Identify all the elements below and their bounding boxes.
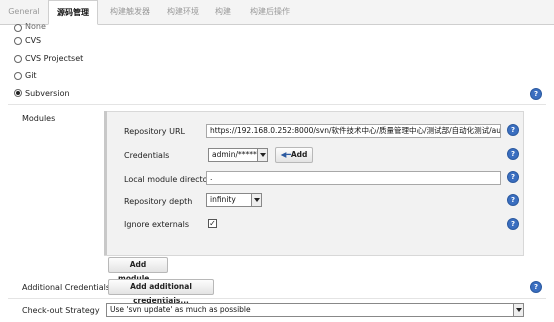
modules-label: Modules — [22, 114, 56, 123]
scm-label-subversion: Subversion — [25, 89, 70, 98]
section-divider-2 — [8, 298, 546, 299]
scm-radio-cvs[interactable] — [14, 37, 22, 45]
tab-general[interactable]: General — [2, 0, 46, 24]
ignore-externals-label: Ignore externals — [124, 220, 190, 229]
additional-credentials-help-icon[interactable]: ? — [530, 281, 542, 293]
chevron-down-icon — [257, 149, 267, 161]
repository-url-help-icon[interactable]: ? — [507, 124, 519, 136]
tab-build-environment[interactable]: 构建环境 — [162, 0, 204, 24]
checkout-strategy-value: Use 'svn update' as much as possible — [110, 305, 251, 314]
checkout-strategy-label: Check-out Strategy — [22, 306, 100, 315]
scm-label-cvs-projectset: CVS Projectset — [25, 54, 84, 63]
tab-post-build-actions[interactable]: 构建后操作 — [242, 0, 298, 24]
local-module-directory-help-icon[interactable]: ? — [507, 171, 519, 183]
repository-url-label: Repository URL — [124, 127, 185, 136]
add-module-button[interactable]: Add module... — [108, 257, 168, 283]
ignore-externals-help-icon[interactable]: ? — [507, 218, 519, 230]
credentials-select-value: admin/****** — [212, 150, 261, 159]
add-additional-credentials-button[interactable]: Add additional credentials... — [108, 279, 214, 305]
tab-build[interactable]: 构建 — [208, 0, 238, 24]
additional-credentials-label: Additional Credentials — [22, 283, 111, 292]
repository-url-input[interactable]: https://192.168.0.252:8000/svn/软件技术中心/质量… — [206, 124, 501, 138]
section-divider — [8, 104, 546, 105]
local-module-directory-input[interactable]: . — [206, 171, 501, 185]
scm-radio-none[interactable] — [14, 24, 22, 32]
credentials-help-icon[interactable]: ? — [507, 148, 519, 160]
scm-label-none: None — [25, 22, 46, 31]
key-icon: ◀━ — [280, 150, 291, 159]
scm-label-git: Git — [25, 71, 37, 80]
repository-depth-value: infinity — [210, 195, 236, 204]
scm-radio-cvs-projectset[interactable] — [14, 55, 22, 63]
repository-depth-label: Repository depth — [124, 197, 193, 206]
scm-radio-git[interactable] — [14, 72, 22, 80]
credentials-label: Credentials — [124, 151, 170, 160]
scm-radio-subversion[interactable] — [14, 89, 22, 97]
local-module-directory-label: Local module directory — [124, 175, 216, 184]
modules-panel-handle[interactable] — [104, 111, 107, 255]
subversion-help-icon[interactable]: ? — [530, 88, 542, 100]
credentials-select[interactable]: admin/****** — [208, 148, 268, 162]
credentials-add-label: Add — [290, 150, 308, 159]
tab-source-management[interactable]: 源码管理 — [48, 0, 98, 25]
checkout-strategy-select[interactable]: Use 'svn update' as much as possible — [106, 303, 524, 317]
scm-label-cvs: CVS — [25, 36, 42, 45]
tab-build-triggers[interactable]: 构建触发器 — [100, 0, 160, 24]
credentials-add-button[interactable]: ◀━Add — [275, 147, 313, 163]
repository-depth-help-icon[interactable]: ? — [507, 194, 519, 206]
chevron-down-icon — [513, 304, 523, 316]
ignore-externals-checkbox[interactable]: ✓ — [208, 219, 217, 228]
tab-bar: General 源码管理 构建触发器 构建环境 构建 构建后操作 — [0, 0, 554, 25]
chevron-down-icon — [251, 194, 261, 206]
repository-depth-select[interactable]: infinity — [206, 193, 262, 207]
